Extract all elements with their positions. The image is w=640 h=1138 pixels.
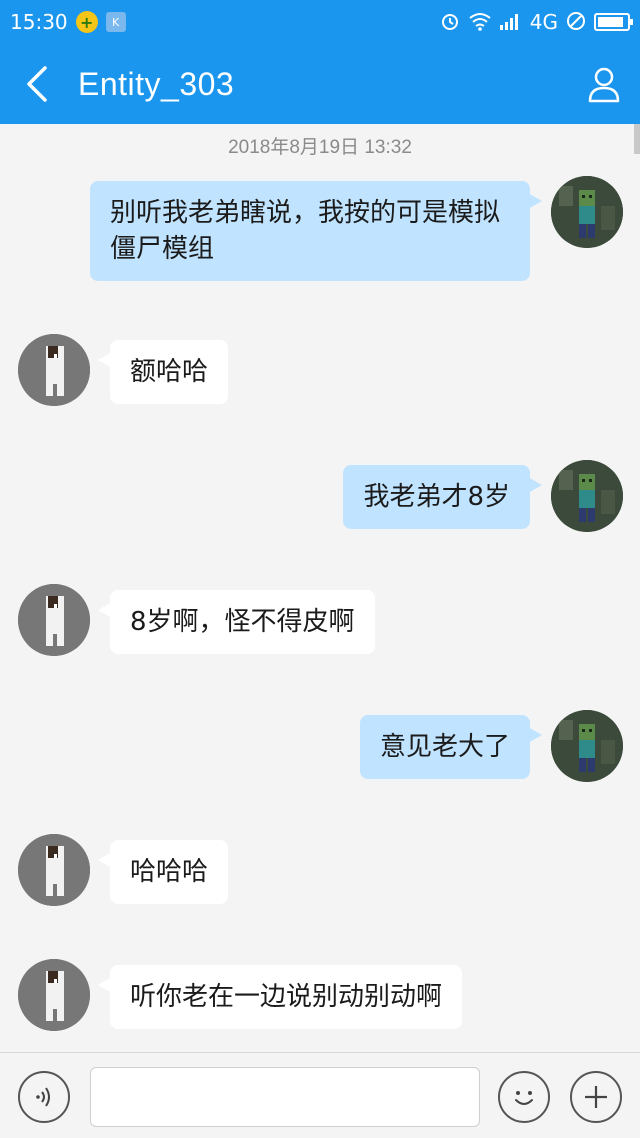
network-type: 4G xyxy=(529,10,558,34)
voice-button[interactable] xyxy=(18,1071,70,1123)
status-bar: 15:30 + K 4G xyxy=(0,0,640,44)
message-text: 意见老大了 xyxy=(379,732,510,762)
message-bubble-outgoing[interactable]: 意见老大了 xyxy=(359,715,543,779)
message-text: 别听我老弟瞎说，我按的可是模拟僵尸模组 xyxy=(110,198,501,264)
wifi-icon xyxy=(468,11,492,34)
message-text: 额哈哈 xyxy=(130,357,209,387)
message-text: 我老弟才8岁 xyxy=(363,482,510,512)
battery-icon xyxy=(594,13,633,31)
back-arrow-icon[interactable] xyxy=(8,44,68,124)
voice-icon xyxy=(36,1087,50,1107)
message-text: 听你老在一边说别动别动啊 xyxy=(130,982,443,1012)
message-bubble-incoming[interactable]: 额哈哈 xyxy=(97,340,229,404)
smiley-icon xyxy=(515,1091,533,1105)
message-input[interactable] xyxy=(90,1067,480,1127)
contact-avatar[interactable] xyxy=(18,584,90,656)
contact-avatar[interactable] xyxy=(18,334,90,406)
status-right: 4G xyxy=(440,10,633,34)
no-disturb-icon xyxy=(566,11,586,34)
chat-header: Entity_303 xyxy=(0,44,640,124)
my-avatar[interactable] xyxy=(551,176,623,248)
plus-icon xyxy=(585,1086,607,1108)
my-avatar[interactable] xyxy=(551,710,623,782)
profile-icon[interactable] xyxy=(584,64,624,104)
plus-badge-icon: + xyxy=(75,11,98,33)
message-text: 哈哈哈 xyxy=(130,857,209,887)
contact-avatar[interactable] xyxy=(18,834,90,906)
my-avatar[interactable] xyxy=(551,460,623,532)
add-button[interactable] xyxy=(570,1071,622,1123)
battery-level xyxy=(598,17,624,27)
message-bubble-outgoing[interactable]: 我老弟才8岁 xyxy=(343,465,542,529)
input-bar xyxy=(0,1052,640,1138)
alarm-icon xyxy=(440,11,460,34)
emoji-button[interactable] xyxy=(498,1071,550,1123)
chat-timestamp: 2018年8月19日 13:32 xyxy=(228,137,412,158)
message-text: 8岁啊，怪不得皮啊 xyxy=(130,607,355,637)
clock: 15:30 xyxy=(10,10,68,34)
contact-avatar[interactable] xyxy=(18,959,90,1031)
status-left: 15:30 + K xyxy=(10,10,126,34)
message-bubble-incoming[interactable]: 8岁啊，怪不得皮啊 xyxy=(98,590,375,654)
message-bubble-outgoing[interactable]: 别听我老弟瞎说，我按的可是模拟僵尸模组 xyxy=(90,181,542,281)
signal-icon xyxy=(499,12,522,33)
message-bubble-incoming[interactable]: 听你老在一边说别动别动啊 xyxy=(97,965,463,1029)
message-bubble-incoming[interactable]: 哈哈哈 xyxy=(97,840,229,904)
chat-title: Entity_303 xyxy=(78,65,235,102)
k-app-icon: K xyxy=(105,12,126,32)
